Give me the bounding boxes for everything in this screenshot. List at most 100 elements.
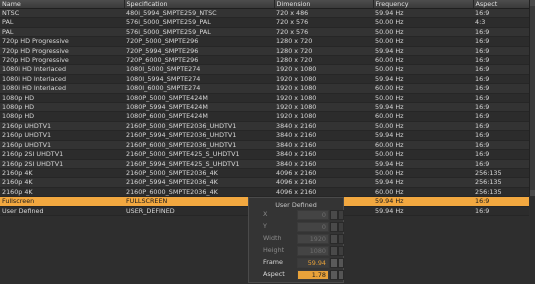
cell-dimension: 4096 x 2160 — [274, 187, 373, 198]
cell-specification: 1080P_5994_SMPTE424M — [124, 102, 274, 113]
table-row[interactable]: PAL 576i_5000_SMPTE259_PAL 720 x 576 50.00 … — [0, 17, 529, 28]
cell-aspect: 16:9 — [473, 93, 529, 104]
cell-aspect: 16:9 — [473, 46, 529, 57]
cell-dimension: 1920 x 1080 — [274, 83, 373, 94]
cell-specification: 720P_6000_SMPTE296 — [124, 55, 274, 66]
cell-frequency: 60.00 Hz — [373, 111, 473, 122]
width-spinner-icon[interactable] — [330, 234, 338, 244]
cell-specification: 576i_5000_SMPTE259_PAL — [124, 27, 274, 38]
cell-dimension: 720 x 486 — [274, 8, 373, 19]
cell-name: 2160p UHDTV1 — [0, 140, 124, 151]
cell-dimension: 720 x 576 — [274, 27, 373, 38]
table-row[interactable]: 2160p UHDTV1 2160P_5000_SMPTE2036_UHDTV1 3… — [0, 121, 529, 132]
cell-dimension: 4096 x 2160 — [274, 177, 373, 188]
table-row[interactable]: 720p HD Progressive 720P_5994_SMPTE296 128… — [0, 46, 529, 57]
column-header-specification[interactable]: Specification — [124, 0, 275, 9]
cell-aspect: 16:9 — [473, 102, 529, 113]
cell-specification: 1080P_5000_SMPTE424M — [124, 93, 274, 104]
cell-name: 1080i HD Interlaced — [0, 83, 124, 94]
cell-frequency: 59.94 Hz — [373, 177, 473, 188]
cell-dimension: 1920 x 1080 — [274, 102, 373, 113]
cell-frequency: 50.00 Hz — [373, 121, 473, 132]
column-header-frequency[interactable]: Frequency — [373, 0, 474, 9]
table-row[interactable]: 2160p 2SI UHDTV1 2160P_5000_SMPTE425_S_UH… — [0, 149, 529, 160]
cell-name: NTSC — [0, 8, 124, 19]
width-input[interactable]: 1920 — [297, 234, 329, 244]
table-row[interactable]: 2160p 4K 2160P_6000_SMPTE2036_4K 4096 x 21… — [0, 187, 529, 198]
height-input[interactable]: 1080 — [297, 246, 329, 256]
cell-frequency: 59.94 Hz — [373, 8, 473, 19]
table-row[interactable]: PAL 576i_5000_SMPTE259_PAL 720 x 576 50.00 … — [0, 27, 529, 38]
cell-name: 2160p 2SI UHDTV1 — [0, 149, 124, 160]
field-row-y: Y0 — [263, 222, 344, 232]
column-header-name[interactable]: Name — [0, 0, 125, 9]
y-spinner-icon[interactable] — [330, 222, 338, 232]
width-reset-icon[interactable] — [338, 234, 344, 244]
cell-dimension: 3840 x 2160 — [274, 130, 373, 141]
cell-dimension: 1920 x 1080 — [274, 74, 373, 85]
table-row[interactable]: 2160p 4K 2160P_5994_SMPTE2036_4K 4096 x 21… — [0, 177, 529, 188]
frame-spinner-icon[interactable] — [330, 258, 338, 268]
cell-name: PAL — [0, 17, 124, 28]
cell-frequency: 59.94 Hz — [373, 102, 473, 113]
table-row[interactable]: 720p HD Progressive 720P_5000_SMPTE296 128… — [0, 36, 529, 47]
table-row[interactable]: 720p HD Progressive 720P_6000_SMPTE296 128… — [0, 55, 529, 66]
table-row[interactable]: 1080p HD 1080P_6000_SMPTE424M 1920 x 1080 6… — [0, 111, 529, 122]
field-label-width: Width — [263, 234, 282, 242]
cell-dimension: 720 x 576 — [274, 17, 373, 28]
x-input[interactable]: 0 — [297, 210, 329, 220]
cell-specification: 2160P_5994_SMPTE425_S_UHDTV1 — [124, 159, 274, 169]
field-row-frame: Frame 59.94 — [263, 258, 344, 268]
cell-specification: 2160P_5994_SMPTE2036_4K — [124, 177, 274, 188]
table-row[interactable]: 2160p 2SI UHDTV1 2160P_5994_SMPTE425_S_UH… — [0, 159, 529, 169]
cell-frequency: 50.00 Hz — [373, 27, 473, 38]
cell-dimension: 4096 x 2160 — [274, 168, 373, 179]
table-row[interactable]: 1080i HD Interlaced 1080I_5994_SMPTE274 19… — [0, 74, 529, 85]
cell-aspect: 16:9 — [473, 36, 529, 47]
aspect-reset-icon[interactable] — [338, 270, 344, 280]
table-scrollbar[interactable] — [529, 0, 535, 196]
column-header-dimension[interactable]: Dimension — [274, 0, 374, 9]
user-defined-panel: User Defined X 0 Y 0 Width 1920 Height 1080 Fram… — [248, 197, 344, 283]
cell-name: 1080i HD Interlaced — [0, 74, 124, 85]
cell-dimension: 1920 x 1080 — [274, 93, 373, 104]
cell-frequency: 60.00 Hz — [373, 140, 473, 151]
table-row[interactable]: NTSC 480i_5994_SMPTE259_NTSC 720 x 486 59.9… — [0, 8, 529, 19]
cell-aspect: 16:9 — [473, 196, 529, 207]
cell-name: 1080p HD — [0, 93, 124, 104]
table-header-row: Name Specification Dimension Frequency A… — [0, 0, 530, 9]
cell-frequency: 59.94 Hz — [373, 206, 473, 216]
x-spinner-icon[interactable] — [330, 210, 338, 220]
frame-input[interactable]: 59.94 — [297, 258, 329, 268]
column-header-aspect[interactable]: Aspect — [473, 0, 530, 9]
y-reset-icon[interactable] — [338, 222, 344, 232]
x-reset-icon[interactable] — [338, 210, 344, 220]
cell-dimension: 3840 x 2160 — [274, 140, 373, 151]
cell-frequency: 59.94 Hz — [373, 130, 473, 141]
scroll-down-icon[interactable] — [530, 190, 535, 196]
aspect-spinner-icon[interactable] — [330, 270, 338, 280]
cell-frequency: 60.00 Hz — [373, 55, 473, 66]
cell-frequency: 59.94 Hz — [373, 74, 473, 85]
height-spinner-icon[interactable] — [330, 246, 338, 256]
cell-aspect: 16:9 — [473, 130, 529, 141]
cell-name: 720p HD Progressive — [0, 55, 124, 66]
table-row[interactable]: 1080p HD 1080P_5994_SMPTE424M 1920 x 1080 5… — [0, 102, 529, 113]
cell-aspect: 16:9 — [473, 27, 529, 38]
cell-name: 2160p 2SI UHDTV1 — [0, 159, 124, 169]
height-reset-icon[interactable] — [338, 246, 344, 256]
aspect-input[interactable]: 1.78 — [297, 270, 329, 280]
table-row[interactable]: 1080i HD Interlaced 1080I_6000_SMPTE274 19… — [0, 83, 529, 94]
table-row[interactable]: 2160p UHDTV1 2160P_5994_SMPTE2036_UHDTV1 3… — [0, 130, 529, 141]
frame-reset-icon[interactable] — [338, 258, 344, 268]
y-input[interactable]: 0 — [297, 222, 329, 232]
cell-aspect: 16:9 — [473, 55, 529, 66]
cell-name: 1080p HD — [0, 102, 124, 113]
table-row[interactable]: 1080p HD 1080P_5000_SMPTE424M 1920 x 1080 5… — [0, 93, 529, 104]
table-row[interactable]: 2160p 4K 2160P_5000_SMPTE2036_4K 4096 x 21… — [0, 168, 529, 179]
table-row[interactable]: 2160p UHDTV1 2160P_6000_SMPTE2036_UHDTV1 3… — [0, 140, 529, 151]
cell-aspect: 16:9 — [473, 64, 529, 75]
table-row[interactable]: 1080i HD Interlaced 1080I_5000_SMPTE274 19… — [0, 64, 529, 75]
field-label-y: Y — [263, 222, 267, 230]
scroll-up-icon[interactable] — [530, 0, 535, 6]
